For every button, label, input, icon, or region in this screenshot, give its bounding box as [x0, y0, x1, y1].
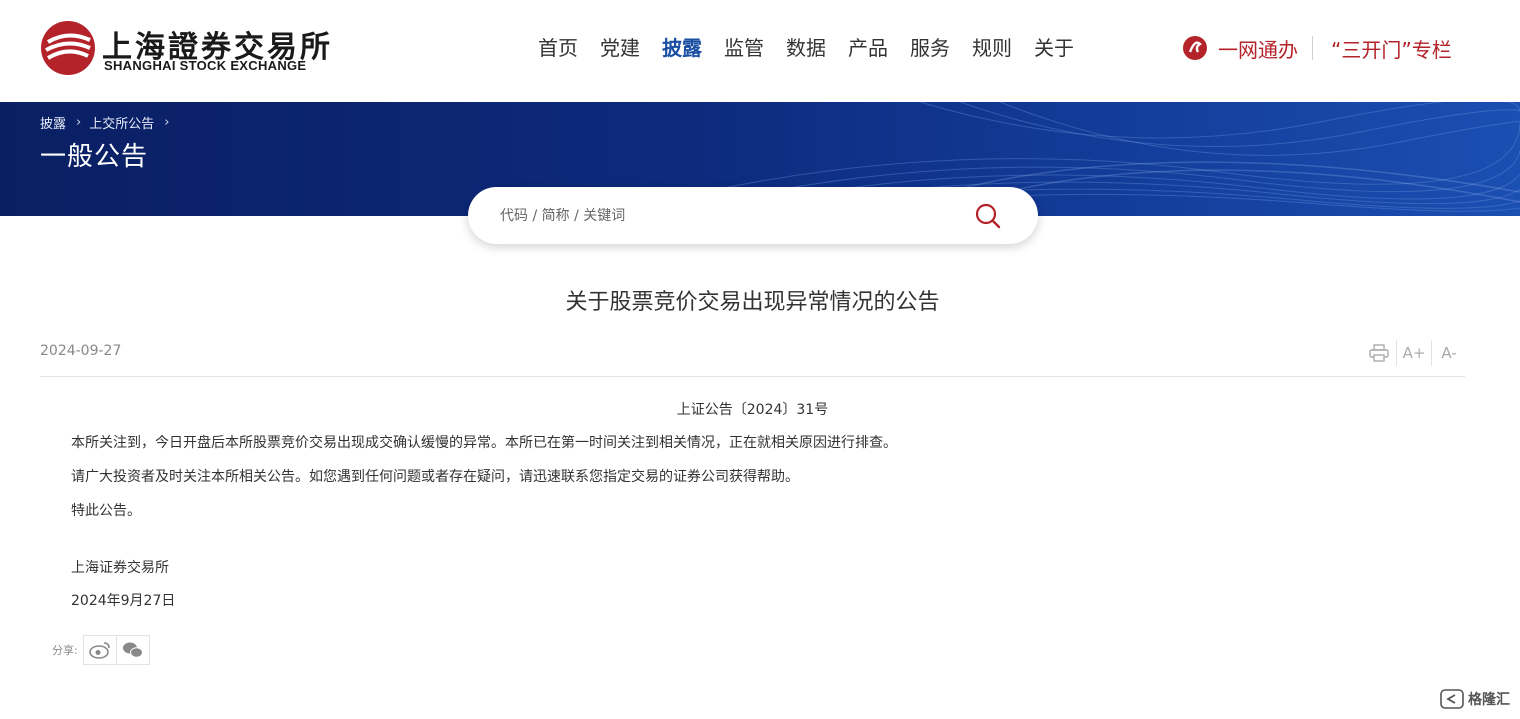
nav-item-about[interactable]: 关于: [1023, 32, 1085, 64]
quick-links-divider: [1312, 36, 1313, 60]
signature: 上海证券交易所: [71, 560, 169, 576]
watermark: 格隆汇: [1440, 689, 1510, 709]
nav-item-home[interactable]: 首页: [527, 32, 589, 64]
chevron-right-icon: ›: [76, 115, 82, 130]
search-box: [468, 187, 1038, 244]
one-network-icon: [1183, 36, 1207, 60]
breadcrumb-disclosure[interactable]: 披露: [40, 113, 66, 132]
sse-logo[interactable]: 上海證券交易所 SHANGHAI STOCK EXCHANGE: [40, 20, 330, 76]
nav-item-disclosure[interactable]: 披露: [651, 32, 713, 64]
share-bar: 分享:: [52, 635, 150, 665]
nav-item-data[interactable]: 数据: [775, 32, 837, 64]
sse-logo-icon: [41, 21, 95, 75]
breadcrumb-sse-announcements[interactable]: 上交所公告: [89, 113, 154, 132]
document-number: 上证公告〔2024〕31号: [676, 402, 829, 418]
logo-text-en: SHANGHAI STOCK EXCHANGE: [104, 58, 307, 73]
signature-date: 2024年9月27日: [71, 593, 176, 609]
three-open-link[interactable]: “三开门”专栏: [1331, 34, 1452, 63]
increase-font-button[interactable]: A+: [1401, 341, 1427, 365]
print-button[interactable]: [1366, 341, 1392, 365]
tools-divider: [1396, 340, 1397, 366]
share-weibo-button[interactable]: [82, 635, 117, 665]
decrease-font-button[interactable]: A-: [1436, 341, 1462, 365]
share-wechat-button[interactable]: [115, 635, 150, 665]
search-icon[interactable]: [974, 202, 1002, 230]
chevron-right-icon: ›: [164, 115, 170, 130]
paragraph-3: 特此公告。: [71, 503, 141, 519]
watermark-logo-icon: [1440, 689, 1464, 709]
weibo-icon: [88, 642, 110, 659]
article-tools: A+ A-: [1366, 340, 1462, 366]
nav-item-party[interactable]: 党建: [589, 32, 651, 64]
page-title: 一般公告: [40, 142, 149, 172]
site-header: 上海證券交易所 SHANGHAI STOCK EXCHANGE 首页 党建 披露…: [0, 0, 1520, 102]
content-divider: [40, 376, 1465, 377]
print-icon: [1369, 344, 1389, 362]
nav-item-supervision[interactable]: 监管: [713, 32, 775, 64]
article-date: 2024-09-27: [40, 343, 122, 359]
one-network-link[interactable]: 一网通办: [1218, 34, 1298, 63]
paragraph-1: 本所关注到，今日开盘后本所股票竞价交易出现成交确认缓慢的异常。本所已在第一时间关…: [71, 435, 897, 451]
quick-links: 一网通办 “三开门”专栏: [1182, 32, 1452, 64]
share-label: 分享:: [52, 644, 78, 657]
nav-item-services[interactable]: 服务: [899, 32, 961, 64]
article-title: 关于股票竞价交易出现异常情况的公告: [565, 290, 940, 315]
watermark-text: 格隆汇: [1468, 692, 1510, 708]
nav-item-rules[interactable]: 规则: [961, 32, 1023, 64]
nav-item-products[interactable]: 产品: [837, 32, 899, 64]
main-nav: 首页 党建 披露 监管 数据 产品 服务 规则 关于: [527, 32, 1085, 64]
paragraph-2: 请广大投资者及时关注本所相关公告。如您遇到任何问题或者存在疑问，请迅速联系您指定…: [71, 469, 799, 485]
wechat-icon: [122, 642, 143, 658]
tools-divider: [1431, 340, 1432, 366]
search-input[interactable]: [498, 201, 962, 231]
breadcrumb: 披露 › 上交所公告 ›: [40, 113, 177, 132]
